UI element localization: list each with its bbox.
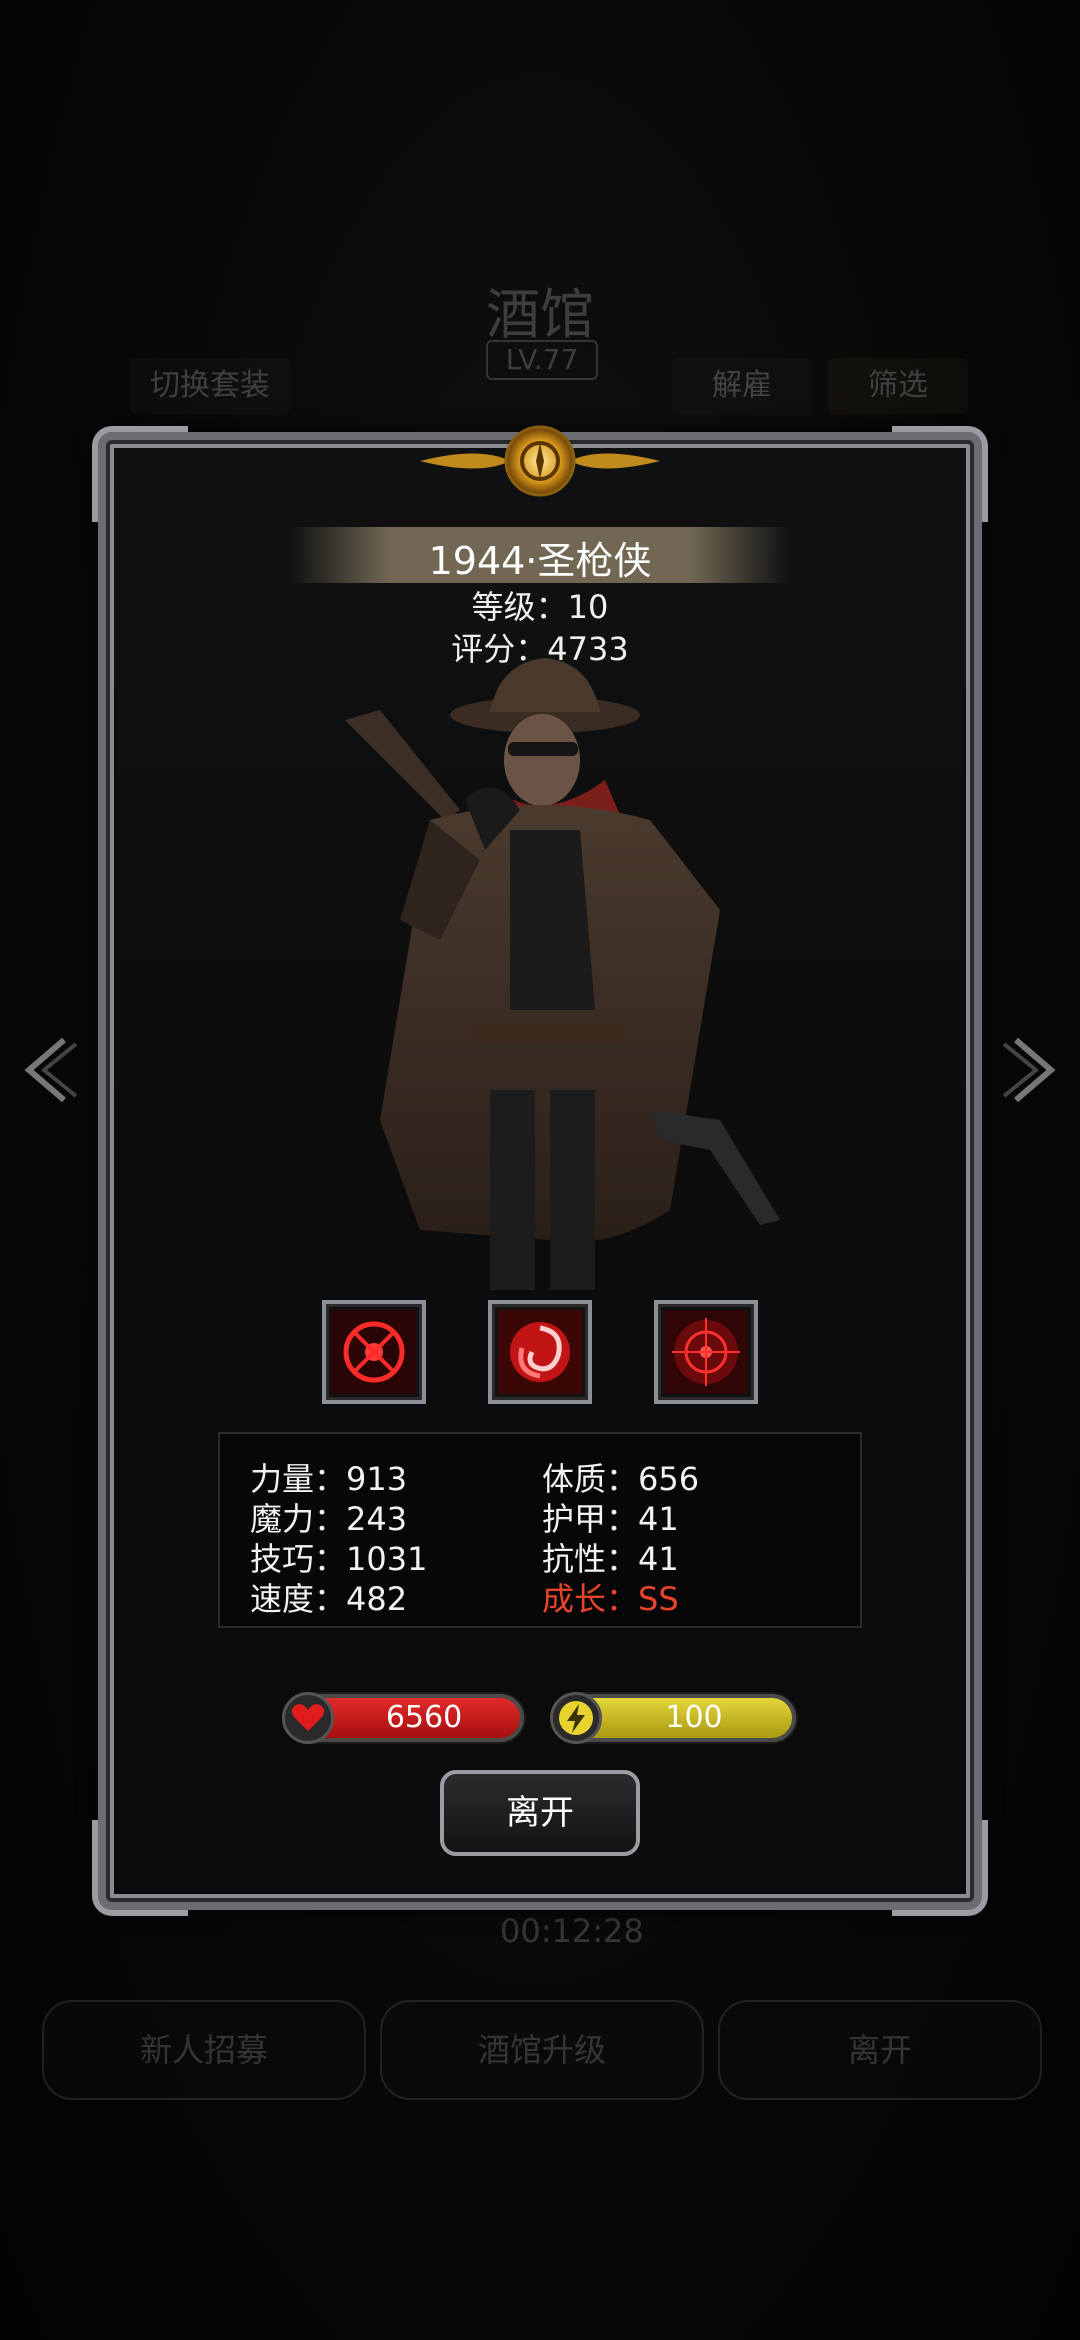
dismiss-button: 解雇 bbox=[672, 358, 812, 414]
switch-outfit-button: 切换套装 bbox=[130, 358, 290, 414]
hero-name: 1944·圣枪侠 bbox=[428, 539, 652, 583]
game-screen: 酒馆 LV.77 切换套装 解雇 筛选 00:12:28 新人招募 酒馆升级 离… bbox=[0, 0, 1080, 2340]
filter-button: 筛选 bbox=[828, 358, 968, 414]
hp-value: 6560 bbox=[385, 1700, 463, 1735]
skill-slot-1[interactable] bbox=[322, 1300, 426, 1404]
next-hero-arrow-icon[interactable] bbox=[996, 1030, 1066, 1110]
tavern-title: 酒馆 bbox=[486, 283, 594, 346]
recruit-timer: 00:12:28 bbox=[500, 1912, 644, 1950]
skill-slot-3[interactable] bbox=[654, 1300, 758, 1404]
frame-corner bbox=[892, 426, 988, 522]
hero-portrait bbox=[345, 658, 780, 1290]
tavern-level: LV.77 bbox=[486, 340, 598, 380]
vortex-skill-icon bbox=[498, 1310, 582, 1394]
heart-icon bbox=[282, 1692, 334, 1744]
prev-hero-arrow-icon[interactable] bbox=[14, 1030, 84, 1110]
energy-value: 100 bbox=[665, 1700, 723, 1735]
stats-panel: 力量：913 魔力：243 技巧：1031 速度：482 体质：656 护甲：4… bbox=[218, 1432, 862, 1628]
hero-level: 等级：10 bbox=[471, 588, 609, 626]
energy-bar: 100 bbox=[550, 1692, 796, 1744]
frame-corner bbox=[92, 1820, 188, 1916]
target-skill-icon bbox=[664, 1310, 748, 1394]
skill-slot-2[interactable] bbox=[488, 1300, 592, 1404]
frame-corner bbox=[92, 426, 188, 522]
stat-growth: 成长：SS bbox=[542, 1580, 679, 1618]
tavern-upgrade-button: 酒馆升级 bbox=[380, 2000, 704, 2100]
stat-speed: 速度：482 bbox=[250, 1580, 408, 1618]
crosshair-skill-icon bbox=[332, 1310, 416, 1394]
lightning-icon bbox=[550, 1692, 602, 1744]
hp-bar: 6560 bbox=[282, 1692, 524, 1744]
leave-button[interactable]: 离开 bbox=[440, 1770, 640, 1856]
gold-emblem-icon bbox=[420, 425, 660, 497]
bg-leave-button: 离开 bbox=[718, 2000, 1042, 2100]
frame-corner bbox=[892, 1820, 988, 1916]
recruit-button: 新人招募 bbox=[42, 2000, 366, 2100]
